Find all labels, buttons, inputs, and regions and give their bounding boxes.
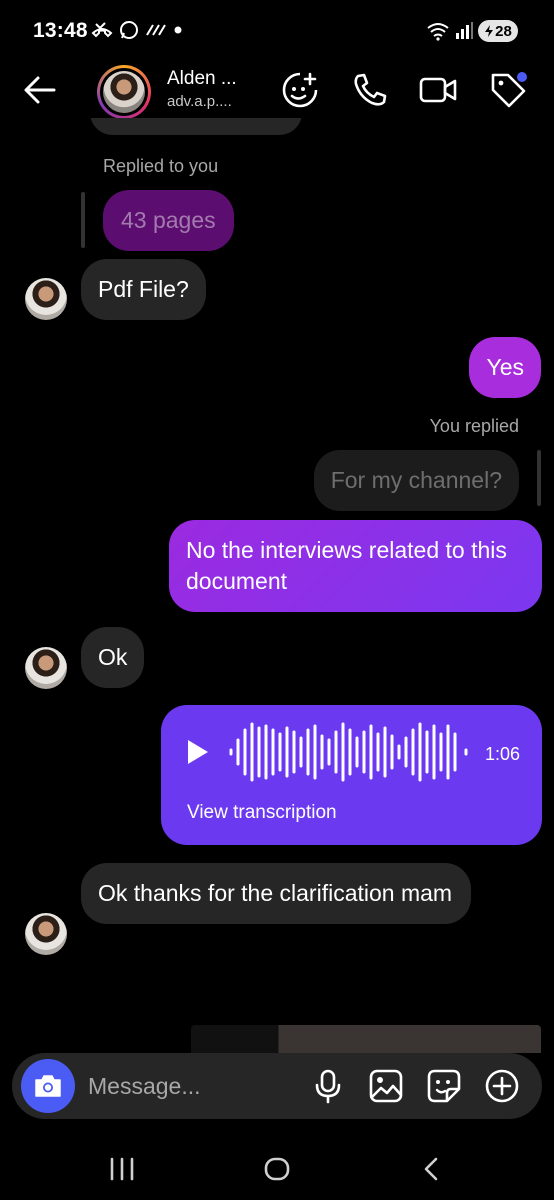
tag-icon[interactable] <box>488 70 528 110</box>
contact-avatar[interactable] <box>97 65 151 119</box>
quoted-message-bubble[interactable]: For my channel? <box>313 450 519 511</box>
home-icon[interactable] <box>257 1149 297 1189</box>
message-text: Yes <box>486 354 524 380</box>
missed-call-icon <box>91 22 113 38</box>
message-bubble-outgoing[interactable]: Yes <box>469 337 541 398</box>
chat-screen: 13:48 28 Alden ... adv.a.p.... Replied t… <box>0 0 554 1200</box>
back-nav-icon[interactable] <box>412 1149 452 1189</box>
message-text: No the interviews related to this docume… <box>186 537 507 594</box>
contact-handle[interactable]: adv.a.p.... <box>167 93 232 110</box>
camera-button[interactable] <box>21 1059 75 1113</box>
quoted-message-text: For my channel? <box>330 467 502 493</box>
gallery-icon[interactable] <box>367 1067 405 1105</box>
reply-indicator-bar <box>537 450 541 506</box>
replied-to-you-label: Replied to you <box>103 156 219 176</box>
message-input[interactable] <box>88 1053 298 1119</box>
message-text: Pdf File? <box>98 276 189 302</box>
play-icon[interactable] <box>185 738 211 766</box>
status-bar: 13:48 28 <box>0 0 554 62</box>
previous-message-bubble[interactable] <box>90 118 302 135</box>
battery-saver-icon <box>485 25 494 37</box>
sticker-face-icon[interactable] <box>280 70 320 110</box>
microphone-icon[interactable] <box>309 1067 347 1105</box>
quoted-message-bubble[interactable]: 43 pages <box>103 190 234 251</box>
message-text: Ok <box>98 644 128 670</box>
contact-photo <box>103 71 145 113</box>
status-system-icons: 28 <box>426 20 518 42</box>
battery-indicator: 28 <box>478 20 518 42</box>
voice-duration: 1:06 <box>484 744 520 764</box>
voice-message-bubble[interactable]: 1:06 View transcription <box>161 705 542 845</box>
image-attachment-preview[interactable] <box>191 1025 541 1053</box>
sender-avatar[interactable] <box>25 647 67 689</box>
you-replied-label: You replied <box>429 416 519 436</box>
more-notifications-icon <box>174 26 182 34</box>
back-arrow-icon[interactable] <box>22 72 58 108</box>
view-transcription-link[interactable]: View transcription <box>187 801 337 825</box>
battery-level: 28 <box>495 22 512 40</box>
camera-icon <box>35 1075 61 1097</box>
message-bubble-incoming[interactable]: Pdf File? <box>81 259 206 320</box>
message-bubble-incoming[interactable]: Ok <box>81 627 145 688</box>
status-notification-icons <box>91 20 183 40</box>
reply-indicator-bar <box>81 192 85 248</box>
signal-icon <box>456 22 473 39</box>
data-saver-icon <box>146 24 166 36</box>
sender-avatar[interactable] <box>25 278 67 320</box>
sender-avatar[interactable] <box>25 913 67 955</box>
wifi-icon <box>427 23 449 41</box>
contact-name[interactable]: Alden ... <box>167 68 237 90</box>
quoted-message-text: 43 pages <box>121 207 216 233</box>
whatsapp-icon <box>120 21 138 39</box>
video-call-icon[interactable] <box>418 70 458 110</box>
phone-call-icon[interactable] <box>350 70 390 110</box>
status-time: 13:48 <box>33 19 88 42</box>
system-navigation-bar <box>0 1135 554 1200</box>
message-composer <box>12 1053 542 1119</box>
chat-header: Alden ... adv.a.p.... <box>0 62 554 119</box>
message-list[interactable]: Replied to you 43 pages Pdf File? Yes Yo… <box>0 118 554 1053</box>
add-circle-icon[interactable] <box>483 1067 521 1105</box>
message-bubble-incoming[interactable]: Ok thanks for the clarification mam <box>81 863 471 924</box>
sticker-icon[interactable] <box>425 1067 463 1105</box>
message-text: Ok thanks for the clarification mam <box>98 880 453 906</box>
recent-apps-icon[interactable] <box>102 1149 142 1189</box>
message-bubble-outgoing[interactable]: No the interviews related to this docume… <box>169 520 542 612</box>
audio-waveform[interactable] <box>228 720 473 784</box>
